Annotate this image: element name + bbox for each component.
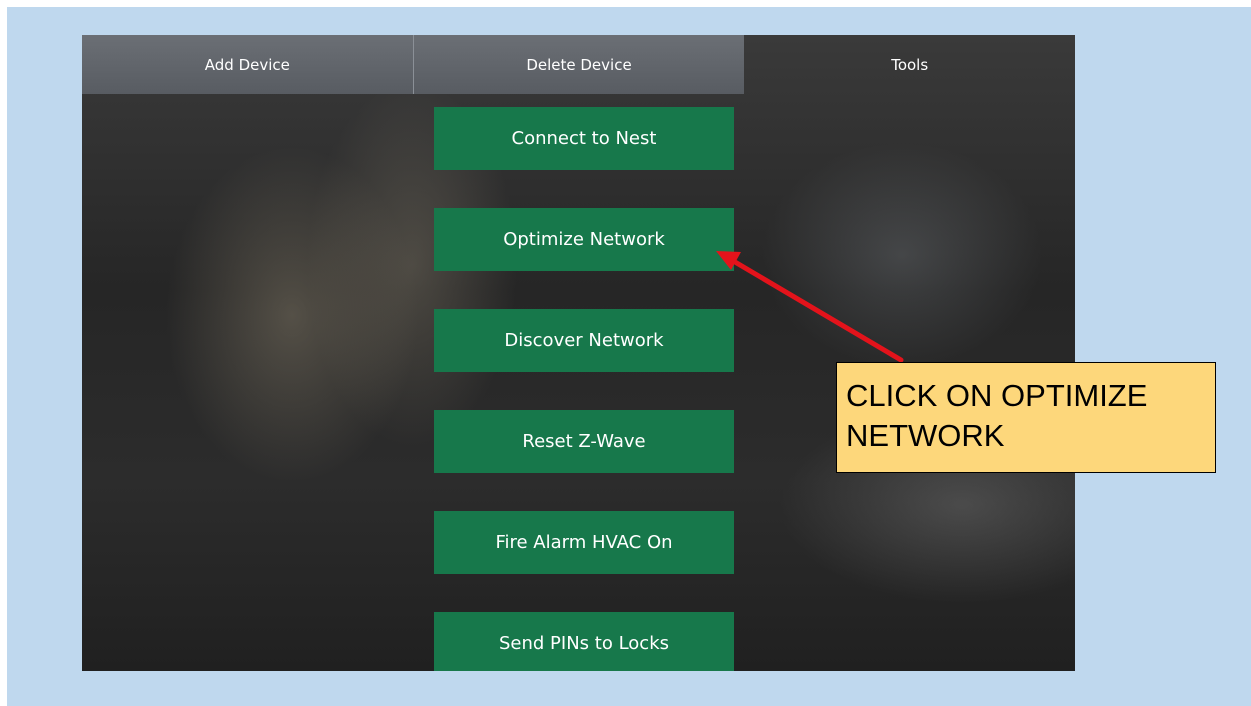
tab-bar: Add Device Delete Device Tools — [82, 35, 1075, 94]
optimize-network-button[interactable]: Optimize Network — [434, 208, 734, 271]
tab-tools[interactable]: Tools — [744, 35, 1075, 94]
fire-alarm-hvac-on-button[interactable]: Fire Alarm HVAC On — [434, 511, 734, 574]
connect-to-nest-button[interactable]: Connect to Nest — [434, 107, 734, 170]
discover-network-button[interactable]: Discover Network — [434, 309, 734, 372]
tools-screen: Add Device Delete Device Tools Connect t… — [82, 35, 1075, 671]
callout-line-1: CLICK ON OPTIMIZE — [846, 378, 1148, 413]
reset-z-wave-button[interactable]: Reset Z-Wave — [434, 410, 734, 473]
send-pins-to-locks-button[interactable]: Send PINs to Locks — [434, 612, 734, 671]
tab-delete-device[interactable]: Delete Device — [413, 35, 745, 94]
instruction-callout: CLICK ON OPTIMIZE NETWORK — [836, 362, 1216, 473]
tab-add-device[interactable]: Add Device — [82, 35, 414, 94]
callout-line-2: NETWORK — [846, 418, 1005, 453]
